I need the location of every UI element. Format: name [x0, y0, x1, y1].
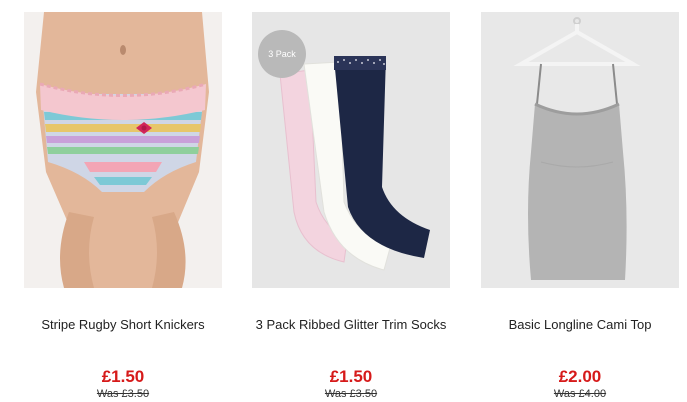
- product-card[interactable]: Basic Longline Cami Top £2.00 Was £4.00: [481, 0, 687, 402]
- knickers-image: [24, 12, 222, 288]
- pack-badge: 3 Pack: [258, 30, 306, 78]
- product-grid: Stripe Rugby Short Knickers £1.50 Was £3…: [0, 0, 687, 402]
- product-title[interactable]: Stripe Rugby Short Knickers: [12, 316, 234, 334]
- product-title[interactable]: 3 Pack Ribbed Glitter Trim Socks: [240, 316, 462, 334]
- product-image[interactable]: 3 Pack: [252, 12, 450, 288]
- product-card[interactable]: Stripe Rugby Short Knickers £1.50 Was £3…: [24, 0, 246, 402]
- product-was-price: Was £3.50: [96, 388, 150, 400]
- product-price: £2.00: [558, 367, 602, 386]
- product-image[interactable]: [481, 12, 679, 288]
- product-price: £1.50: [329, 367, 373, 386]
- product-card[interactable]: 3 Pack 3 Pack Ribbed Glitter Trim Socks …: [252, 0, 474, 402]
- cami-top-image: [481, 12, 679, 288]
- product-was-price: Was £3.50: [324, 388, 378, 400]
- product-price: £1.50: [101, 367, 145, 386]
- product-title[interactable]: Basic Longline Cami Top: [469, 316, 687, 334]
- product-image[interactable]: [24, 12, 222, 288]
- product-was-price: Was £4.00: [553, 388, 607, 400]
